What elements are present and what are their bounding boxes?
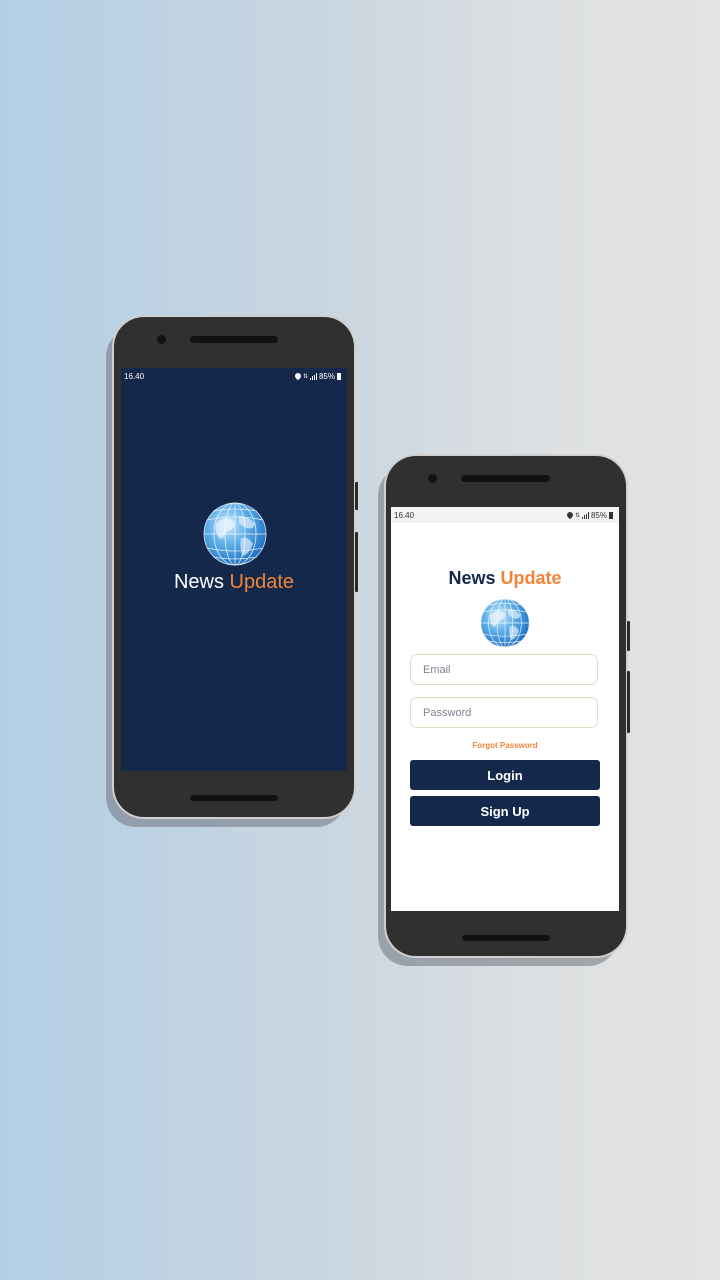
location-icon	[293, 371, 303, 381]
status-icons: ⇅ 85%	[565, 510, 613, 520]
earpiece-speaker	[461, 475, 550, 482]
power-button	[627, 621, 630, 651]
signal-icon	[581, 511, 589, 519]
home-bar	[462, 935, 550, 941]
password-field[interactable]	[410, 697, 598, 728]
globe-icon	[480, 598, 530, 648]
location-icon	[565, 510, 575, 520]
splash-phone-frame: 16.40 ⇅ 85% News Update	[114, 317, 358, 817]
volume-button	[355, 532, 358, 592]
home-bar	[190, 795, 278, 801]
front-camera	[428, 474, 437, 483]
email-field[interactable]	[410, 654, 598, 685]
brand-word-news: News	[448, 568, 496, 588]
brand-word-update: Update	[229, 571, 295, 593]
signup-button[interactable]: Sign Up	[410, 796, 600, 826]
login-phone-frame: 16.40 ⇅ 85% News Update Email Forgot Pas…	[386, 456, 630, 956]
battery-percent: 85%	[590, 510, 607, 520]
wifi-icon: ⇅	[302, 373, 308, 380]
login-button[interactable]: Login	[410, 760, 600, 790]
battery-icon	[609, 511, 613, 519]
volume-button	[627, 671, 630, 733]
app-brand: News Update	[391, 568, 619, 589]
status-time: 16.40	[394, 510, 415, 520]
login-screen: 16.40 ⇅ 85% News Update Email Forgot Pas…	[391, 507, 619, 911]
status-bar: 16.40 ⇅ 85%	[391, 507, 619, 523]
wifi-icon: ⇅	[574, 512, 580, 519]
status-bar: 16.40 ⇅ 85%	[121, 368, 347, 384]
brand-word-update: Update	[500, 568, 562, 588]
signal-icon	[309, 372, 317, 380]
app-brand: News Update	[121, 571, 347, 594]
brand-word-news: News	[173, 571, 224, 593]
globe-icon	[203, 502, 267, 566]
battery-icon	[337, 372, 341, 380]
splash-screen: 16.40 ⇅ 85% News Update	[121, 368, 347, 771]
front-camera	[157, 335, 166, 344]
power-button	[355, 482, 358, 510]
battery-percent: 85%	[318, 371, 335, 381]
status-time: 16.40	[124, 371, 145, 381]
forgot-password-link[interactable]: Forgot Password	[391, 741, 619, 750]
earpiece-speaker	[190, 336, 278, 343]
status-icons: ⇅ 85%	[293, 371, 341, 381]
